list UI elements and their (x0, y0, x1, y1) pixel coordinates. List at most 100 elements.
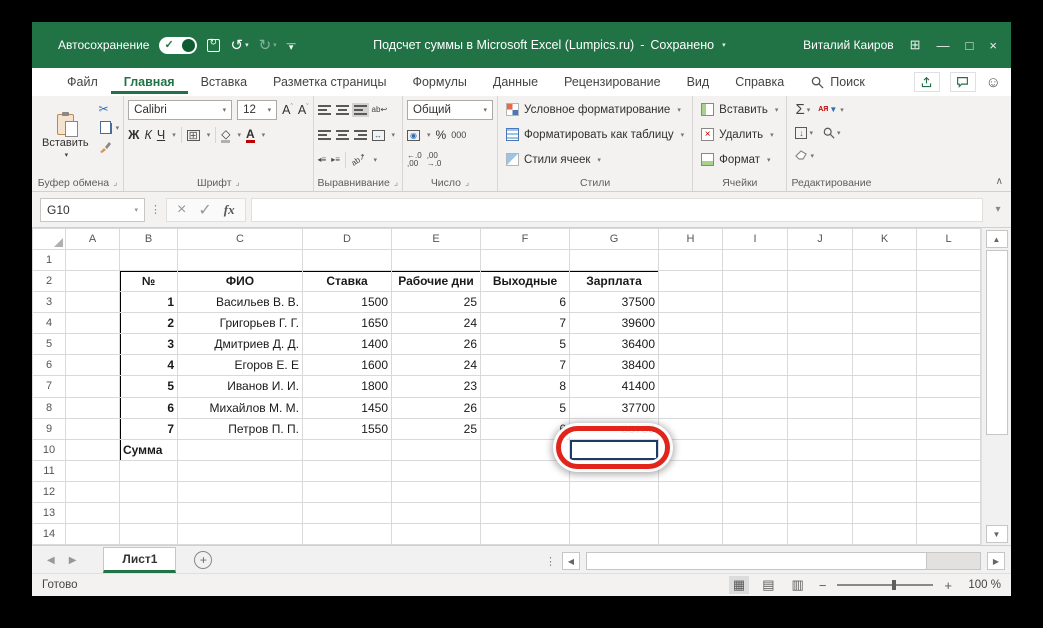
formula-input[interactable] (251, 198, 983, 222)
number-dialog-launcher-icon[interactable]: ⌟ (465, 177, 469, 188)
cell-G3[interactable]: 37500 (570, 292, 659, 313)
page-break-view-icon[interactable]: ▥ (788, 576, 808, 594)
cell-I3[interactable] (723, 292, 788, 313)
cell-B7[interactable]: 5 (120, 376, 178, 397)
name-box[interactable]: G10▾ (40, 198, 145, 222)
cell-I1[interactable] (723, 250, 788, 271)
cell-J10[interactable] (788, 439, 853, 460)
font-family-combo[interactable]: Calibri▾ (128, 100, 232, 120)
cell-L11[interactable] (917, 460, 981, 481)
cell-F6[interactable]: 7 (481, 355, 570, 376)
cell-F3[interactable]: 6 (481, 292, 570, 313)
cell-C13[interactable] (178, 502, 303, 523)
cell-H4[interactable] (659, 313, 723, 334)
cell-A8[interactable] (66, 397, 120, 418)
tab-home[interactable]: Главная (111, 70, 188, 94)
cell-E2[interactable]: Рабочие дни (392, 271, 481, 292)
cell-K6[interactable] (853, 355, 917, 376)
cell-G11[interactable] (570, 460, 659, 481)
percent-style-button[interactable]: % (436, 129, 447, 141)
cell-G4[interactable]: 39600 (570, 313, 659, 334)
orientation-icon[interactable]: ab↗ (350, 152, 367, 168)
row-header-6[interactable]: 6 (33, 355, 66, 376)
cell-E8[interactable]: 26 (392, 397, 481, 418)
align-top-icon[interactable] (318, 105, 331, 115)
cell-A3[interactable] (66, 292, 120, 313)
row-header-3[interactable]: 3 (33, 292, 66, 313)
cell-L7[interactable] (917, 376, 981, 397)
cell-C8[interactable]: Михайлов М. М. (178, 397, 303, 418)
cell-H2[interactable] (659, 271, 723, 292)
cell-C14[interactable] (178, 523, 303, 544)
zoom-out-icon[interactable]: − (817, 578, 829, 593)
cell-I8[interactable] (723, 397, 788, 418)
cell-J3[interactable] (788, 292, 853, 313)
cell-F2[interactable]: Выходные (481, 271, 570, 292)
cell-J8[interactable] (788, 397, 853, 418)
cell-H10[interactable] (659, 439, 723, 460)
cell-G7[interactable]: 41400 (570, 376, 659, 397)
cell-styles-button[interactable]: Стили ячеек▾ (502, 149, 688, 170)
cell-H3[interactable] (659, 292, 723, 313)
cell-I5[interactable] (723, 334, 788, 355)
increase-font-icon[interactable]: Aˆ (282, 104, 293, 117)
align-right-icon[interactable] (354, 130, 367, 140)
cell-A7[interactable] (66, 376, 120, 397)
tab-page-layout[interactable]: Разметка страницы (260, 70, 399, 94)
cell-C12[interactable] (178, 481, 303, 502)
comma-style-button[interactable]: 000 (451, 131, 466, 140)
col-header-E[interactable]: E (392, 229, 481, 250)
cell-J2[interactable] (788, 271, 853, 292)
save-icon[interactable] (207, 39, 220, 52)
cell-G14[interactable] (570, 523, 659, 544)
vertical-scroll-thumb[interactable] (986, 250, 1008, 435)
cell-J13[interactable] (788, 502, 853, 523)
undo-icon[interactable]: ↺▾ (230, 38, 248, 53)
cell-H1[interactable] (659, 250, 723, 271)
cancel-formula-icon[interactable]: × (177, 201, 186, 219)
cell-K11[interactable] (853, 460, 917, 481)
cell-E10[interactable] (392, 439, 481, 460)
cell-L9[interactable] (917, 418, 981, 439)
number-format-combo[interactable]: Общий▾ (407, 100, 493, 120)
cell-H12[interactable] (659, 481, 723, 502)
cell-F10[interactable] (481, 439, 570, 460)
cell-B1[interactable] (120, 250, 178, 271)
cell-L1[interactable] (917, 250, 981, 271)
tab-insert[interactable]: Вставка (188, 70, 260, 94)
tab-help[interactable]: Справка (722, 70, 797, 94)
cell-H9[interactable] (659, 418, 723, 439)
decrease-indent-icon[interactable]: ◂≡ (318, 156, 327, 164)
cell-F1[interactable] (481, 250, 570, 271)
row-header-2[interactable]: 2 (33, 271, 66, 292)
cell-F14[interactable] (481, 523, 570, 544)
cell-A1[interactable] (66, 250, 120, 271)
cell-H6[interactable] (659, 355, 723, 376)
scroll-left-icon[interactable]: ◀ (562, 552, 580, 570)
cell-B5[interactable]: 3 (120, 334, 178, 355)
cell-I4[interactable] (723, 313, 788, 334)
cell-D3[interactable]: 1500 (303, 292, 392, 313)
cell-D6[interactable]: 1600 (303, 355, 392, 376)
cell-I10[interactable] (723, 439, 788, 460)
alignment-dialog-launcher-icon[interactable]: ⌟ (394, 177, 398, 188)
tab-splitter-grip[interactable]: ⋮ (545, 555, 556, 568)
accounting-format-icon[interactable]: ◉ (407, 130, 420, 141)
cell-G2[interactable]: Зарплата (570, 271, 659, 292)
cell-G12[interactable] (570, 481, 659, 502)
cell-D12[interactable] (303, 481, 392, 502)
cell-H7[interactable] (659, 376, 723, 397)
cell-B13[interactable] (120, 502, 178, 523)
cell-E7[interactable]: 23 (392, 376, 481, 397)
cell-E5[interactable]: 26 (392, 334, 481, 355)
prev-sheet-icon[interactable]: ◀ (42, 555, 60, 573)
cell-A11[interactable] (66, 460, 120, 481)
cell-A10[interactable] (66, 439, 120, 460)
cell-B4[interactable]: 2 (120, 313, 178, 334)
cell-C5[interactable]: Дмитриев Д. Д. (178, 334, 303, 355)
col-header-F[interactable]: F (481, 229, 570, 250)
ribbon-display-options-icon[interactable]: ⊞ (910, 37, 921, 53)
cell-C1[interactable] (178, 250, 303, 271)
cell-J6[interactable] (788, 355, 853, 376)
font-size-combo[interactable]: 12▾ (237, 100, 277, 120)
